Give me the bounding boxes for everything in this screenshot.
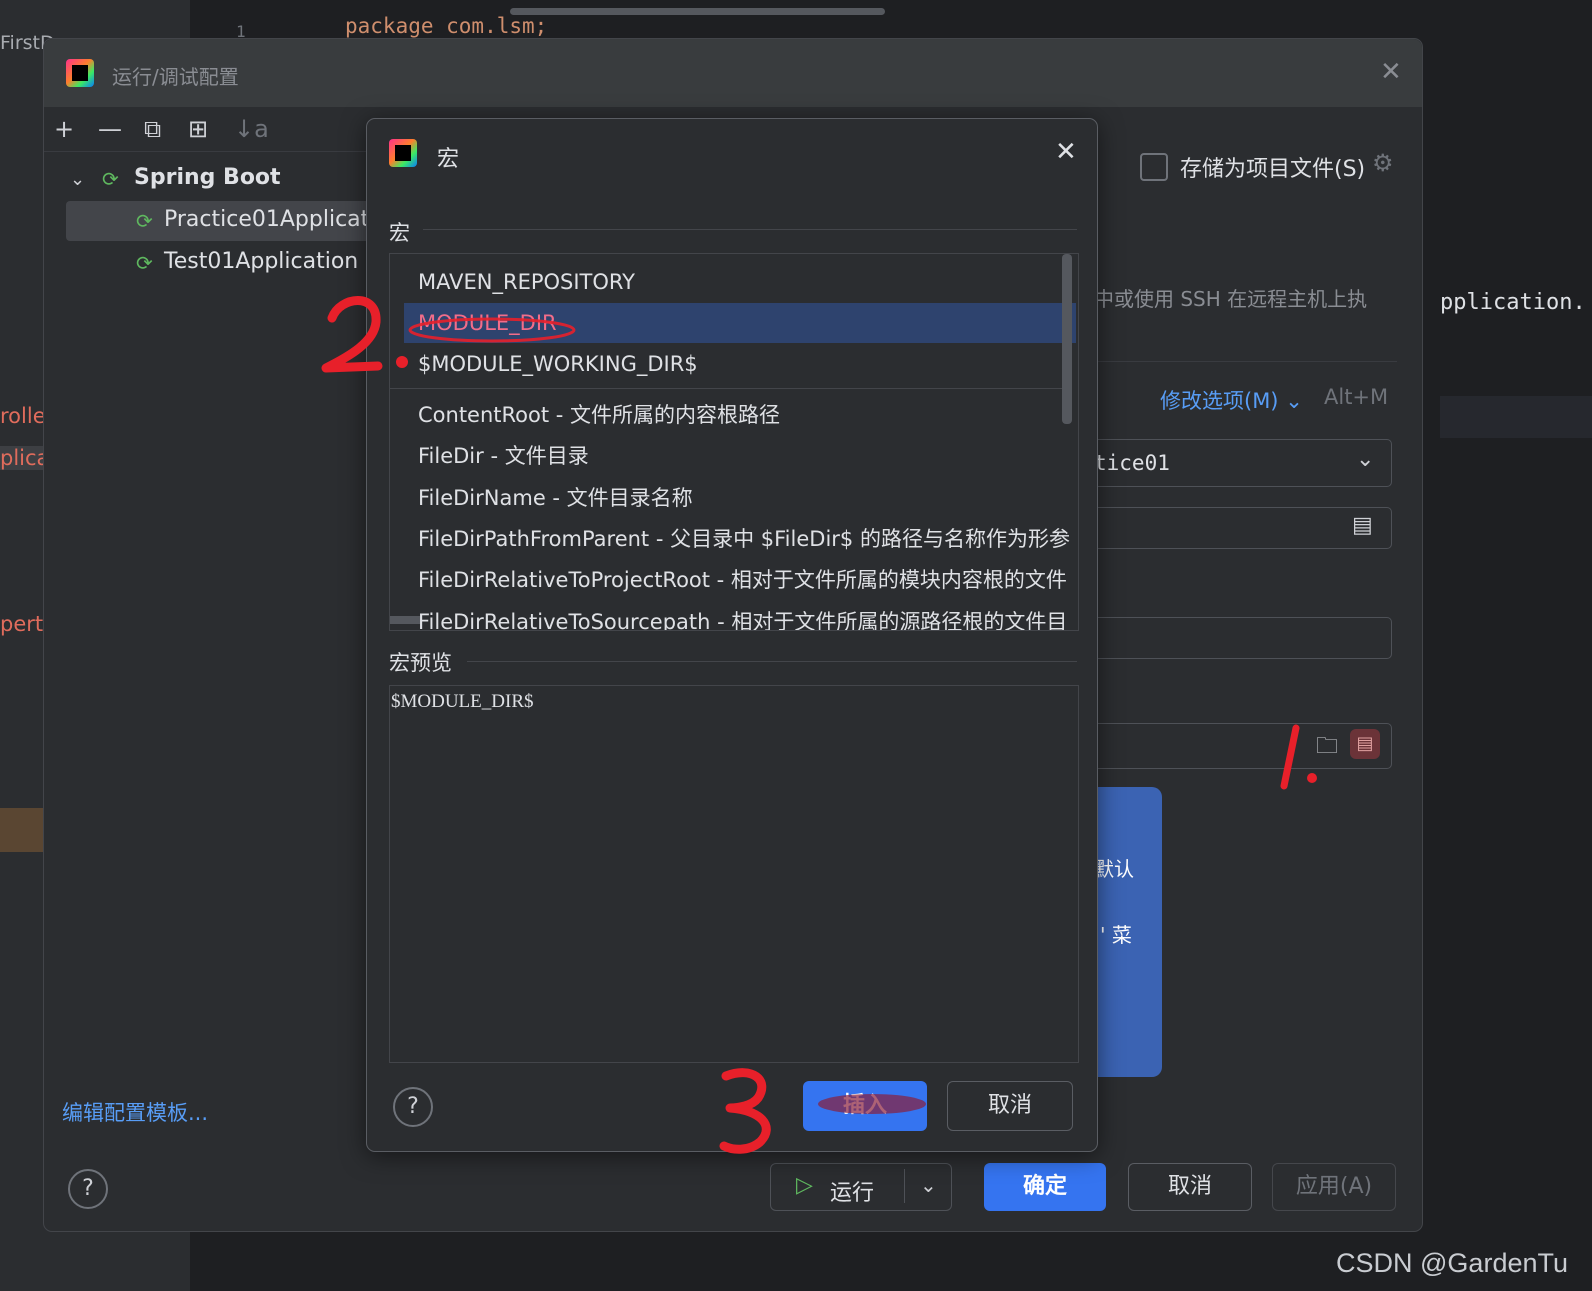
watermark: CSDN @GardenTu [1336, 1248, 1568, 1278]
annotation-number-2 [321, 296, 383, 373]
annotation-mark-module-dir [408, 317, 576, 343]
annotation-mark-insert [818, 1094, 926, 1114]
annotation-overlay [321, 296, 1317, 1154]
annotation-number-3 [719, 1068, 771, 1154]
annotation-dot [396, 356, 408, 368]
annotation-number-1 [1280, 724, 1317, 790]
